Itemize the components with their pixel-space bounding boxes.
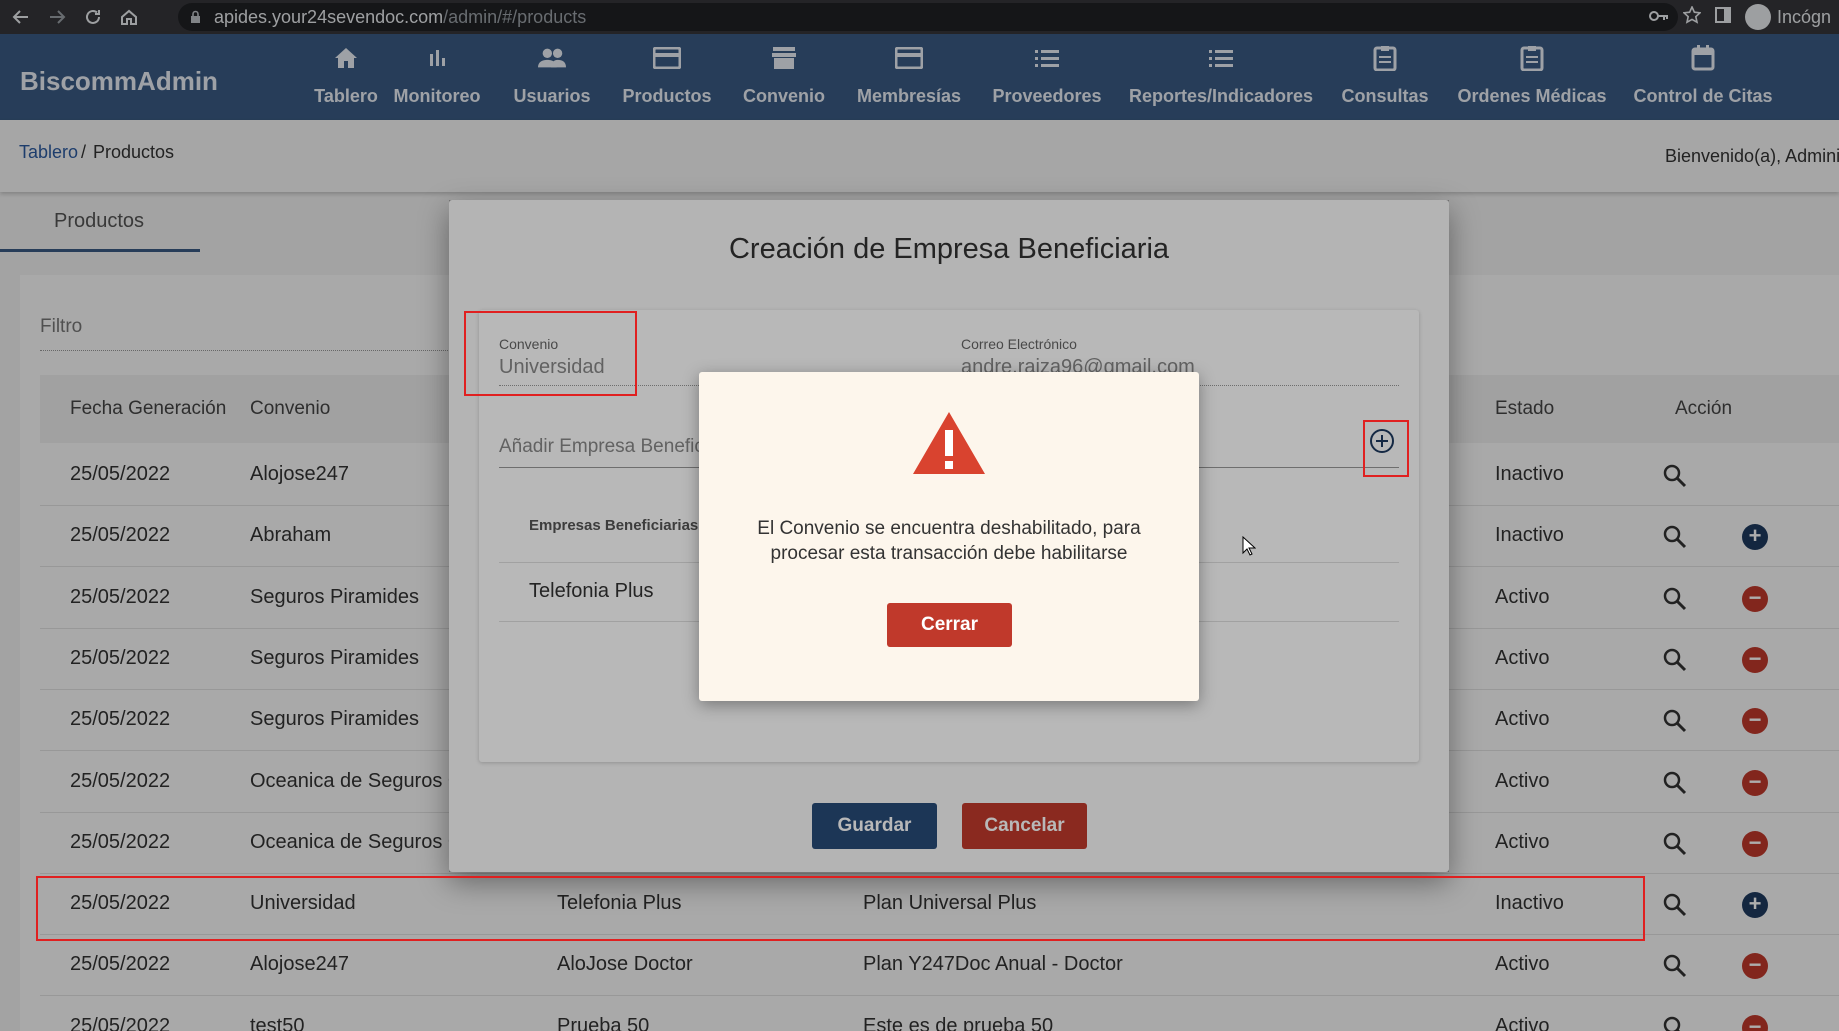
warning-icon [911, 410, 987, 476]
annotation-box-convenio [464, 311, 637, 396]
mouse-cursor-icon [1242, 535, 1257, 556]
annotation-box-add [1363, 420, 1409, 477]
close-button[interactable]: Cerrar [887, 603, 1012, 647]
warning-alert: El Convenio se encuentra deshabilitado, … [699, 372, 1199, 701]
alert-message: El Convenio se encuentra deshabilitado, … [757, 518, 1141, 564]
annotation-box-row [36, 876, 1645, 941]
